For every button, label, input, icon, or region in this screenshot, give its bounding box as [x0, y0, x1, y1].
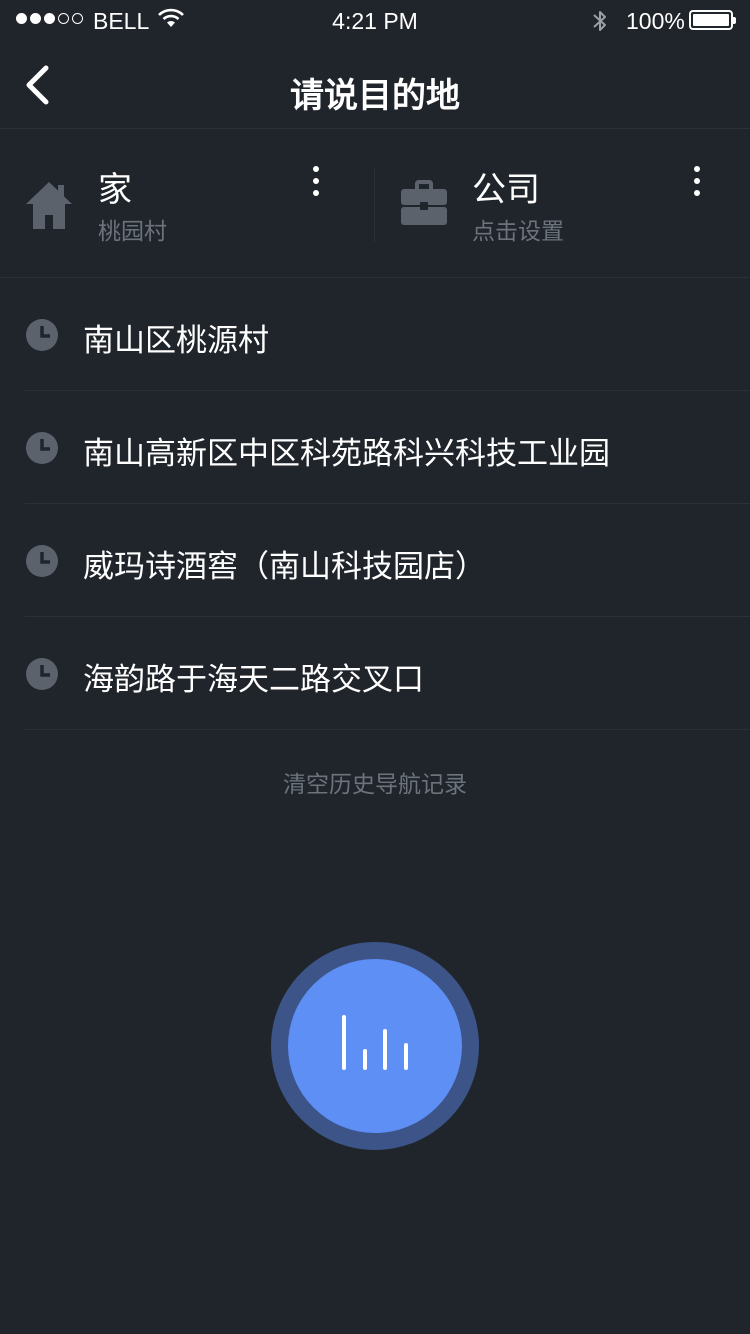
home-more-button[interactable] — [304, 164, 328, 198]
clear-history-button[interactable]: 清空历史导航记录 — [0, 765, 750, 799]
history-item-label: 南山区桃源村 — [83, 323, 269, 359]
more-icon — [694, 166, 700, 172]
shortcut-bar: 家 桃园村 公司 点击设置 — [0, 128, 750, 278]
battery-icon — [689, 10, 736, 30]
bluetooth-icon — [590, 7, 610, 41]
page-title: 请说目的地 — [290, 76, 460, 116]
clock-icon — [25, 318, 59, 356]
history-item-label: 威玛诗酒窖（南山科技园店） — [83, 549, 486, 585]
work-address: 点击设置 — [472, 219, 564, 245]
home-shortcut[interactable]: 家 桃园村 — [0, 128, 375, 277]
history-item-label: 南山高新区中区科苑路科兴科技工业园 — [83, 436, 610, 472]
history-item[interactable]: 威玛诗酒窖（南山科技园店） — [25, 504, 750, 617]
history-list: 南山区桃源村 南山高新区中区科苑路科兴科技工业园 威玛诗酒窖（南山科技园店） 海… — [0, 278, 750, 730]
briefcase-icon — [401, 180, 447, 230]
history-item[interactable]: 南山区桃源村 — [25, 278, 750, 391]
home-title: 家 — [98, 170, 132, 210]
voice-input-button[interactable] — [288, 959, 462, 1133]
clock-icon — [25, 431, 59, 469]
work-title: 公司 — [472, 170, 540, 210]
status-bar: BELL 4:21 PM 100% — [0, 0, 750, 42]
home-address: 桃园村 — [98, 219, 167, 245]
history-item[interactable]: 海韵路于海天二路交叉口 — [25, 617, 750, 730]
clock-icon — [25, 544, 59, 582]
more-icon — [313, 166, 319, 172]
house-icon — [25, 180, 73, 234]
history-item[interactable]: 南山高新区中区科苑路科兴科技工业园 — [25, 391, 750, 504]
work-shortcut[interactable]: 公司 点击设置 — [375, 128, 750, 277]
history-item-label: 海韵路于海天二路交叉口 — [83, 662, 424, 698]
work-more-button[interactable] — [685, 164, 709, 198]
navigation-bar: 请说目的地 — [0, 42, 750, 129]
clock-icon — [25, 657, 59, 695]
battery-percent: 100% — [626, 8, 685, 34]
sound-wave-icon — [342, 1015, 408, 1070]
